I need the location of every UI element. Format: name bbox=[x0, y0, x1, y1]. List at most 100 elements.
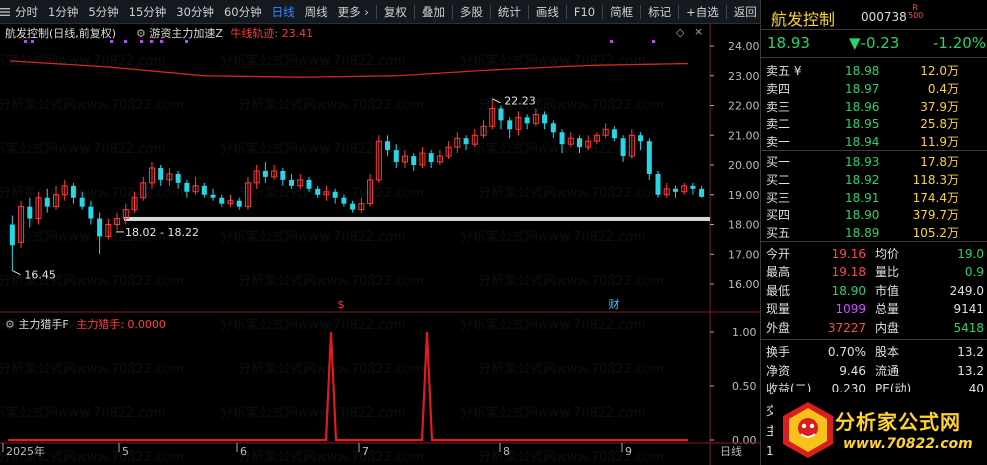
stat-value: 5418 bbox=[953, 320, 984, 335]
stat-value: 19.18 bbox=[831, 265, 866, 280]
x-tick-label: 7 bbox=[362, 445, 369, 458]
ask-volume: 12.0万 bbox=[920, 64, 959, 78]
ask-price: 18.94 bbox=[845, 135, 880, 150]
period-tab-1[interactable]: 1分钟 bbox=[43, 0, 83, 24]
toolbar-separator bbox=[640, 4, 642, 19]
stat-row: 今开 19.16 均价 19.0 bbox=[761, 245, 987, 263]
candle-body bbox=[315, 188, 321, 195]
signal-line bbox=[8, 331, 688, 442]
bid-price: 18.91 bbox=[845, 190, 880, 205]
bid-row: 买二 18.92 118.3万 bbox=[761, 171, 987, 189]
sub-settings-gear-icon[interactable]: ⚙ bbox=[5, 318, 15, 331]
period-tab-8[interactable]: 更多 › bbox=[333, 0, 374, 24]
stat-row: 现量 1099 总量 9141 bbox=[761, 300, 987, 318]
ask-row: 卖二 18.95 25.8万 bbox=[761, 115, 987, 133]
stat-label: 今开 bbox=[766, 247, 791, 261]
period-toolbar: 分时 1分钟 5分钟 15分钟 30分钟 60分钟 日线 周线 更多 › 复权 叠加 多股 统计 画线 F… bbox=[0, 0, 760, 24]
tool-button-0[interactable]: 复权 bbox=[379, 0, 412, 24]
period-tab-6[interactable]: 日线 bbox=[267, 0, 300, 24]
ask-label: 卖一 bbox=[766, 135, 791, 150]
indicator-name: 游资主力加速Z bbox=[149, 27, 223, 40]
stat-label: 外盘 bbox=[766, 320, 791, 335]
candle-body bbox=[393, 150, 399, 163]
stat-label: 总量 bbox=[875, 302, 900, 317]
period-tab-7[interactable]: 周线 bbox=[300, 0, 333, 24]
period-tab-3[interactable]: 15分钟 bbox=[124, 0, 172, 24]
kline-chart-area[interactable]: 分析家公式网www.70822.com分析家公式网www.70822.com分析… bbox=[0, 24, 760, 465]
candle-body bbox=[262, 170, 268, 177]
bid-volume: 17.8万 bbox=[920, 155, 959, 169]
period-tab-0[interactable]: 分时 bbox=[10, 0, 43, 24]
candle-body bbox=[280, 170, 286, 180]
candle-body bbox=[184, 182, 190, 192]
candle-body bbox=[158, 167, 164, 180]
x-tick-label: 5 bbox=[122, 445, 129, 458]
close-icon[interactable]: × bbox=[694, 25, 703, 38]
indicator-title[interactable]: ⚙ 游资主力加速Z 牛线轨迹: 23.41 bbox=[136, 25, 313, 41]
ask-label: 卖四 bbox=[766, 81, 791, 96]
y-tick-label: 24.00 bbox=[728, 40, 760, 53]
period-tab-4[interactable]: 30分钟 bbox=[171, 0, 219, 24]
stat-value: 0.9 bbox=[964, 265, 984, 280]
stat-label: 流通 bbox=[875, 363, 900, 378]
stat-row: 换手 0.70% 股本 13.2 bbox=[761, 343, 987, 361]
candle-body bbox=[79, 197, 85, 207]
candle-body bbox=[350, 203, 356, 210]
trend-line bbox=[9, 60, 689, 78]
signal-dot bbox=[652, 40, 655, 43]
panel-flags: R 500 bbox=[908, 4, 923, 20]
candle-body bbox=[672, 188, 678, 192]
ask-label: 卖五 ¥ bbox=[766, 64, 802, 78]
candle-body bbox=[289, 179, 295, 186]
tool-button-6[interactable]: 简框 bbox=[605, 0, 638, 24]
quote-panel: 航发控制 000738 R 500 18.93 ▼-0.23 -1.20% 卖五 … bbox=[760, 0, 987, 465]
panel-stock-name: 航发控制 bbox=[771, 10, 836, 29]
signal-dot bbox=[610, 40, 613, 43]
tool-button-8[interactable]: +自选 bbox=[681, 0, 724, 24]
sub-indicator-title[interactable]: ⚙ 主力猎手F 主力猎手: 0.0000 bbox=[5, 316, 166, 332]
stat-row: 净资 9.46 流通 13.2 bbox=[761, 362, 987, 380]
tool-button-4[interactable]: 画线 bbox=[531, 0, 564, 24]
candle-body bbox=[576, 138, 582, 148]
stat-value: 13.2 bbox=[957, 345, 984, 359]
panel-change-pct: -1.20% bbox=[933, 34, 987, 52]
stat-label: 最低 bbox=[766, 283, 791, 298]
tool-button-2[interactable]: 多股 bbox=[455, 0, 488, 24]
ask-row: 卖三 18.96 37.9万 bbox=[761, 98, 987, 116]
stat-value: 13.2 bbox=[957, 363, 984, 378]
stat-label: 量比 bbox=[875, 265, 900, 280]
ask-row: 卖五 ¥ 18.98 12.0万 bbox=[761, 62, 987, 80]
ask-price: 18.98 bbox=[845, 64, 880, 78]
settings-gear-icon[interactable]: ⚙ bbox=[136, 27, 146, 40]
kline-chart: 24.00 23.00 22.00 21.00 20.00 19.00 18.00 17.00… bbox=[0, 24, 760, 465]
period-tab-2[interactable]: 5分钟 bbox=[83, 0, 123, 24]
stat-value: 9.46 bbox=[839, 363, 866, 378]
candle-body bbox=[638, 135, 644, 142]
tool-button-7[interactable]: 标记 bbox=[643, 0, 676, 24]
tool-button-3[interactable]: 统计 bbox=[493, 0, 526, 24]
candle-body bbox=[9, 224, 15, 246]
menu-icon[interactable] bbox=[0, 0, 10, 24]
panel-price: 18.93 bbox=[767, 34, 810, 52]
support-band bbox=[124, 216, 710, 221]
candle-body bbox=[411, 156, 417, 165]
diamond-icon[interactable]: ◇ bbox=[676, 26, 684, 39]
candle-body bbox=[219, 197, 225, 204]
stat-value: 19.16 bbox=[831, 247, 866, 261]
stat-label: 净资 bbox=[766, 363, 791, 378]
candle-body bbox=[306, 179, 312, 189]
period-tab-5[interactable]: 60分钟 bbox=[219, 0, 267, 24]
stat-value: 19.0 bbox=[957, 247, 984, 261]
y-tick-label: 17.00 bbox=[728, 248, 760, 261]
ask-volume: 37.9万 bbox=[920, 99, 959, 114]
tool-button-5[interactable]: F10 bbox=[569, 0, 600, 24]
orderbook-divider bbox=[761, 150, 987, 151]
stat-value: 9141 bbox=[953, 302, 984, 317]
range-label: 18.02 - 18.22 bbox=[125, 226, 199, 239]
toolbar-separator bbox=[527, 4, 529, 19]
candle-body bbox=[620, 138, 626, 157]
candle-body bbox=[690, 185, 696, 189]
tool-button-9[interactable]: 返回 bbox=[729, 0, 762, 24]
tool-button-1[interactable]: 叠加 bbox=[417, 0, 450, 24]
y-tick-label: 23.00 bbox=[728, 70, 760, 83]
